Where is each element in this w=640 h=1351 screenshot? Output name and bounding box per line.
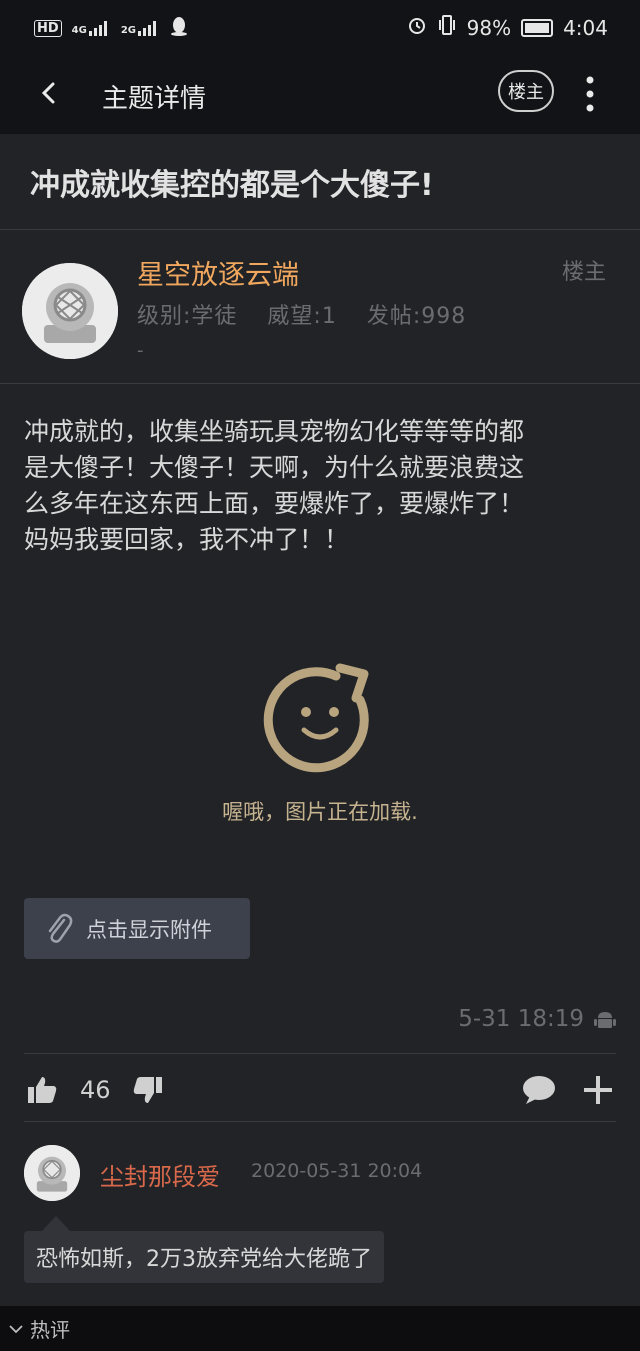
more-vertical-icon[interactable]: [580, 74, 600, 114]
poster-prestige: 威望:1: [267, 304, 337, 329]
poster-signature: -: [137, 340, 144, 361]
poster-level: 级别:学徒: [137, 304, 238, 329]
like-count: 46: [80, 1076, 111, 1104]
hot-comments-bar[interactable]: 热评: [0, 1306, 640, 1351]
post-line: 么多年在这东西上面，要爆炸了，要爆炸了！: [24, 489, 525, 518]
diving-helmet-icon: [22, 263, 118, 359]
hot-comments-label: 热评: [30, 1318, 70, 1342]
poster-meta: 级别:学徒 威望:1 发帖:998: [137, 298, 488, 330]
only-op-button[interactable]: 楼主: [498, 70, 554, 112]
comment-icon[interactable]: [522, 1074, 556, 1106]
thumbs-up-icon[interactable]: [26, 1074, 58, 1106]
topic-title: 冲成就收集控的都是个大傻子!: [30, 168, 434, 203]
diving-helmet-icon: [24, 1145, 80, 1201]
chevron-down-icon: [9, 1324, 23, 1333]
paperclip-icon: [48, 913, 73, 943]
hd-icon: HD: [34, 19, 62, 37]
clock-time: 4:04: [563, 15, 608, 40]
divider: [24, 1121, 616, 1122]
post-content: 冲成就的，收集坐骑玩具宠物幻化等等等的都 是大傻子！大傻子！天啊，为什么就要浪费…: [24, 414, 608, 558]
poster-name[interactable]: 星空放逐云端: [137, 253, 299, 292]
status-left: HD 4G 2G: [34, 16, 188, 40]
page-title: 主题详情: [102, 84, 207, 114]
divider: [0, 383, 640, 384]
battery-icon: [521, 18, 554, 37]
signal-4g-icon: 4G: [72, 20, 111, 36]
post-timestamp: 5-31 18:19: [458, 1006, 584, 1032]
app-bar: 主题详情 楼主: [0, 56, 640, 134]
vibrate-icon: [437, 14, 457, 41]
thumbs-down-icon[interactable]: [132, 1074, 164, 1106]
post-line: 冲成就的，收集坐骑玩具宠物幻化等等等的都: [24, 417, 525, 446]
comment-timestamp: 2020-05-31 20:04: [251, 1160, 423, 1182]
alarm-icon: [407, 15, 427, 40]
divider: [0, 229, 640, 230]
poster-avatar[interactable]: [22, 263, 118, 359]
comment-bubble[interactable]: 恐怖如斯，2万3放弃党给大佬跪了: [24, 1231, 384, 1283]
post-line: 是大傻子！大傻子！天啊，为什么就要浪费这: [24, 453, 525, 482]
commenter-avatar[interactable]: [24, 1145, 80, 1201]
post-line: 妈妈我要回家，我不冲了！！: [24, 525, 350, 554]
poster-posts: 发帖:998: [366, 304, 467, 329]
android-icon: [594, 1012, 616, 1028]
comment-bubble-tail: [42, 1216, 70, 1231]
plus-icon[interactable]: [582, 1074, 614, 1106]
back-icon[interactable]: [34, 78, 64, 108]
status-bar: HD 4G 2G 98% 4:04: [0, 0, 640, 56]
loading-smiley-icon: [263, 663, 369, 773]
signal-2g-icon: 2G: [121, 20, 160, 36]
commenter-name[interactable]: 尘封那段爱: [100, 1157, 220, 1192]
qq-icon: [170, 16, 188, 40]
op-tag: 楼主: [562, 260, 607, 285]
show-attachment-label: 点击显示附件: [86, 917, 212, 942]
divider: [24, 1053, 616, 1054]
show-attachment-button[interactable]: 点击显示附件: [24, 898, 250, 959]
comment-text: 恐怖如斯，2万3放弃党给大佬跪了: [36, 1247, 372, 1272]
image-loading-text: 喔哦，图片正在加载.: [222, 800, 418, 824]
battery-percent: 98%: [466, 15, 512, 40]
status-right: 98% 4:04: [407, 14, 608, 41]
